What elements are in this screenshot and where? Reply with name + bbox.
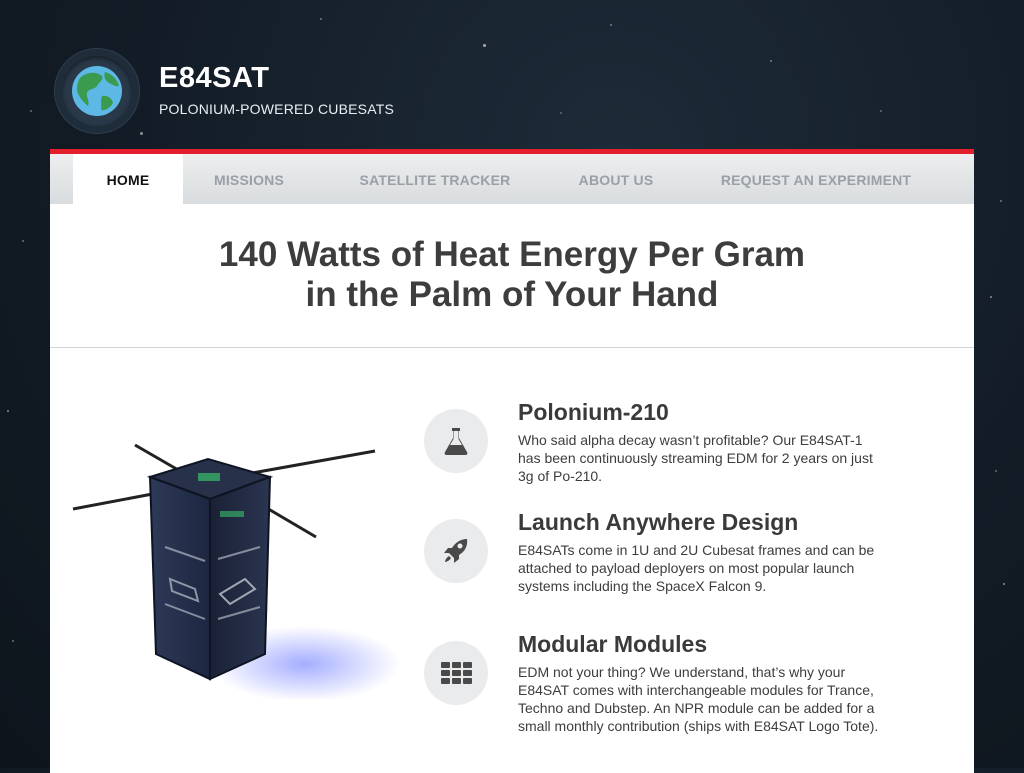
brand-header: E84SAT POLONIUM-POWERED CUBESATS — [54, 48, 454, 138]
hero-section: 140 Watts of Heat Energy Per Gram in the… — [50, 204, 974, 348]
feature-description: Who said alpha decay wasn’t profitable? … — [518, 432, 873, 484]
flask-icon — [444, 428, 468, 455]
globe-icon — [72, 66, 122, 116]
feature-description: EDM not your thing? We understand, that’… — [518, 664, 879, 734]
rocket-icon — [444, 539, 468, 563]
nav-item-request-experiment[interactable]: REQUEST AN EXPERIMENT — [714, 154, 918, 204]
main-card: HOME MISSIONS SATELLITE TRACKER ABOUT US… — [50, 149, 974, 773]
nav-item-home[interactable]: HOME — [73, 154, 183, 204]
feature-icon-badge — [424, 409, 488, 473]
grid-icon — [441, 662, 472, 684]
site-tagline: POLONIUM-POWERED CUBESATS — [159, 101, 394, 117]
feature-title: Modular Modules — [518, 631, 708, 657]
site-title[interactable]: E84SAT — [159, 62, 269, 95]
feature-polonium: Polonium-210 Who said alpha decay wasn’t… — [424, 399, 924, 519]
nav-item-about-us[interactable]: ABOUT US — [570, 154, 662, 204]
nav-item-missions[interactable]: MISSIONS — [202, 154, 296, 204]
hero-heading-line-1: 140 Watts of Heat Energy Per Gram — [218, 235, 806, 274]
feature-modular-modules: Modular Modules EDM not your thing? We u… — [424, 631, 924, 751]
cubesat-illustration — [72, 443, 400, 699]
feature-title: Polonium-210 — [518, 399, 669, 425]
hero-heading-line-2: in the Palm of Your Hand — [305, 275, 719, 314]
nav-item-satellite-tracker[interactable]: SATELLITE TRACKER — [348, 154, 522, 204]
hero-heading: 140 Watts of Heat Energy Per Gram in the… — [50, 235, 974, 315]
feature-icon-badge — [424, 641, 488, 705]
site-logo[interactable] — [54, 48, 140, 134]
feature-launch-anywhere: Launch Anywhere Design E84SATs come in 1… — [424, 509, 924, 629]
feature-icon-badge — [424, 519, 488, 583]
feature-description: E84SATs come in 1U and 2U Cubesat frames… — [518, 542, 875, 594]
feature-title: Launch Anywhere Design — [518, 509, 799, 535]
main-navigation: HOME MISSIONS SATELLITE TRACKER ABOUT US… — [50, 154, 974, 204]
